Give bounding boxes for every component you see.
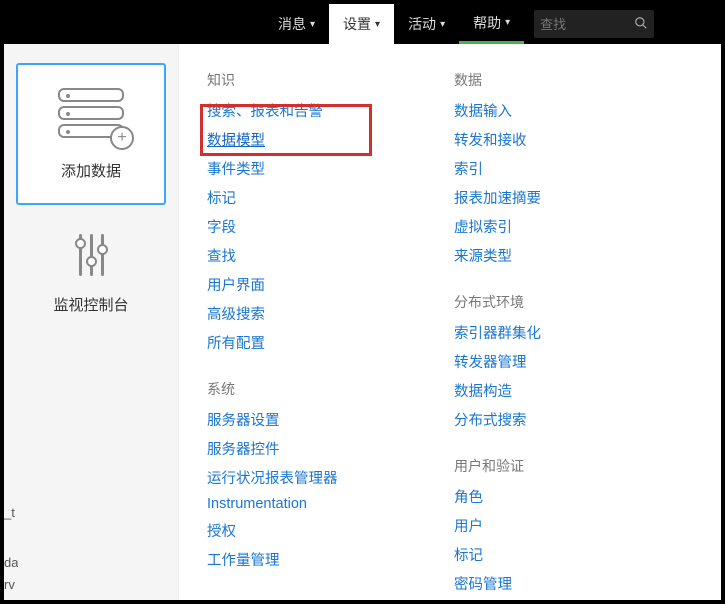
search-input[interactable] xyxy=(540,17,610,32)
section-head-system: 系统 xyxy=(207,379,454,399)
sidebar-add-data-label: 添加数据 xyxy=(61,160,121,181)
top-nav-bar: 消息 ▾ 设置 ▾ 活动 ▾ 帮助 ▾ xyxy=(4,4,721,44)
link-advanced-search[interactable]: 高级搜索 xyxy=(207,303,454,324)
link-event-types[interactable]: 事件类型 xyxy=(207,158,454,179)
background-text-fragment: rv xyxy=(4,574,18,596)
link-server-controls[interactable]: 服务器控件 xyxy=(207,438,454,459)
section-head-knowledge: 知识 xyxy=(207,70,454,90)
link-server-settings[interactable]: 服务器设置 xyxy=(207,409,454,430)
nav-messages[interactable]: 消息 ▾ xyxy=(264,4,329,44)
link-users[interactable]: 用户 xyxy=(454,515,701,536)
sidebar: + 添加数据 监视控制台 xyxy=(4,44,179,600)
link-health-report-manager[interactable]: 运行状况报表管理器 xyxy=(207,467,454,488)
link-indexes[interactable]: 索引 xyxy=(454,158,701,179)
link-roles[interactable]: 角色 xyxy=(454,486,701,507)
nav-activity[interactable]: 活动 ▾ xyxy=(394,4,459,44)
link-lookups[interactable]: 查找 xyxy=(207,245,454,266)
link-report-acceleration-summaries[interactable]: 报表加速摘要 xyxy=(454,187,701,208)
section-head-data: 数据 xyxy=(454,70,701,90)
link-data-models[interactable]: 数据模型 xyxy=(207,129,454,150)
settings-content: 知识 搜索、报表和告警 数据模型 事件类型 标记 字段 查找 用户界面 高级搜索… xyxy=(179,44,721,600)
settings-col-right: 数据 数据输入 转发和接收 索引 报表加速摘要 虚拟索引 来源类型 分布式环境 … xyxy=(454,66,701,590)
sliders-icon xyxy=(79,234,104,276)
link-forwarder-management[interactable]: 转发器管理 xyxy=(454,351,701,372)
link-source-types[interactable]: 来源类型 xyxy=(454,245,701,266)
link-indexer-clustering[interactable]: 索引器群集化 xyxy=(454,322,701,343)
link-user-interface[interactable]: 用户界面 xyxy=(207,274,454,295)
search-box[interactable] xyxy=(534,10,654,38)
nav-help[interactable]: 帮助 ▾ xyxy=(459,4,524,44)
link-data-fabric[interactable]: 数据构造 xyxy=(454,380,701,401)
link-data-inputs[interactable]: 数据输入 xyxy=(454,100,701,121)
settings-dropdown-panel: + 添加数据 监视控制台 知识 搜索、报表和告警 数据模型 事件类型 标记 字段… xyxy=(4,44,721,600)
link-fields[interactable]: 字段 xyxy=(207,216,454,237)
nav-messages-label: 消息 xyxy=(278,14,306,34)
background-text-fragment: da xyxy=(4,552,18,574)
nav-settings-label: 设置 xyxy=(343,14,371,34)
chevron-down-icon: ▾ xyxy=(505,17,510,28)
link-all-configurations[interactable]: 所有配置 xyxy=(207,332,454,353)
nav-help-label: 帮助 xyxy=(473,13,501,33)
nav-settings[interactable]: 设置 ▾ xyxy=(329,4,394,44)
link-virtual-indexes[interactable]: 虚拟索引 xyxy=(454,216,701,237)
sidebar-monitoring-label: 监视控制台 xyxy=(53,294,128,315)
nav-activity-label: 活动 xyxy=(408,14,436,34)
section-head-users-auth: 用户和验证 xyxy=(454,456,701,476)
search-icon[interactable] xyxy=(634,16,648,33)
chevron-down-icon: ▾ xyxy=(440,19,445,30)
link-tags[interactable]: 标记 xyxy=(207,187,454,208)
sidebar-card-add-data[interactable]: + 添加数据 xyxy=(17,64,165,204)
database-add-icon: + xyxy=(58,88,124,142)
link-licensing[interactable]: 授权 xyxy=(207,520,454,541)
sidebar-card-monitoring[interactable]: 监视控制台 xyxy=(17,234,165,315)
section-head-distributed: 分布式环境 xyxy=(454,292,701,312)
settings-col-left: 知识 搜索、报表和告警 数据模型 事件类型 标记 字段 查找 用户界面 高级搜索… xyxy=(207,66,454,590)
chevron-down-icon: ▾ xyxy=(375,19,380,30)
background-text-fragment: _t xyxy=(4,502,18,524)
link-instrumentation[interactable]: Instrumentation xyxy=(207,496,454,512)
link-password-management[interactable]: 密码管理 xyxy=(454,573,701,594)
link-distributed-search[interactable]: 分布式搜索 xyxy=(454,409,701,430)
link-tokens[interactable]: 标记 xyxy=(454,544,701,565)
link-workload-management[interactable]: 工作量管理 xyxy=(207,549,454,570)
link-forwarding-receiving[interactable]: 转发和接收 xyxy=(454,129,701,150)
link-search-reports-alerts[interactable]: 搜索、报表和告警 xyxy=(207,100,454,121)
chevron-down-icon: ▾ xyxy=(310,19,315,30)
